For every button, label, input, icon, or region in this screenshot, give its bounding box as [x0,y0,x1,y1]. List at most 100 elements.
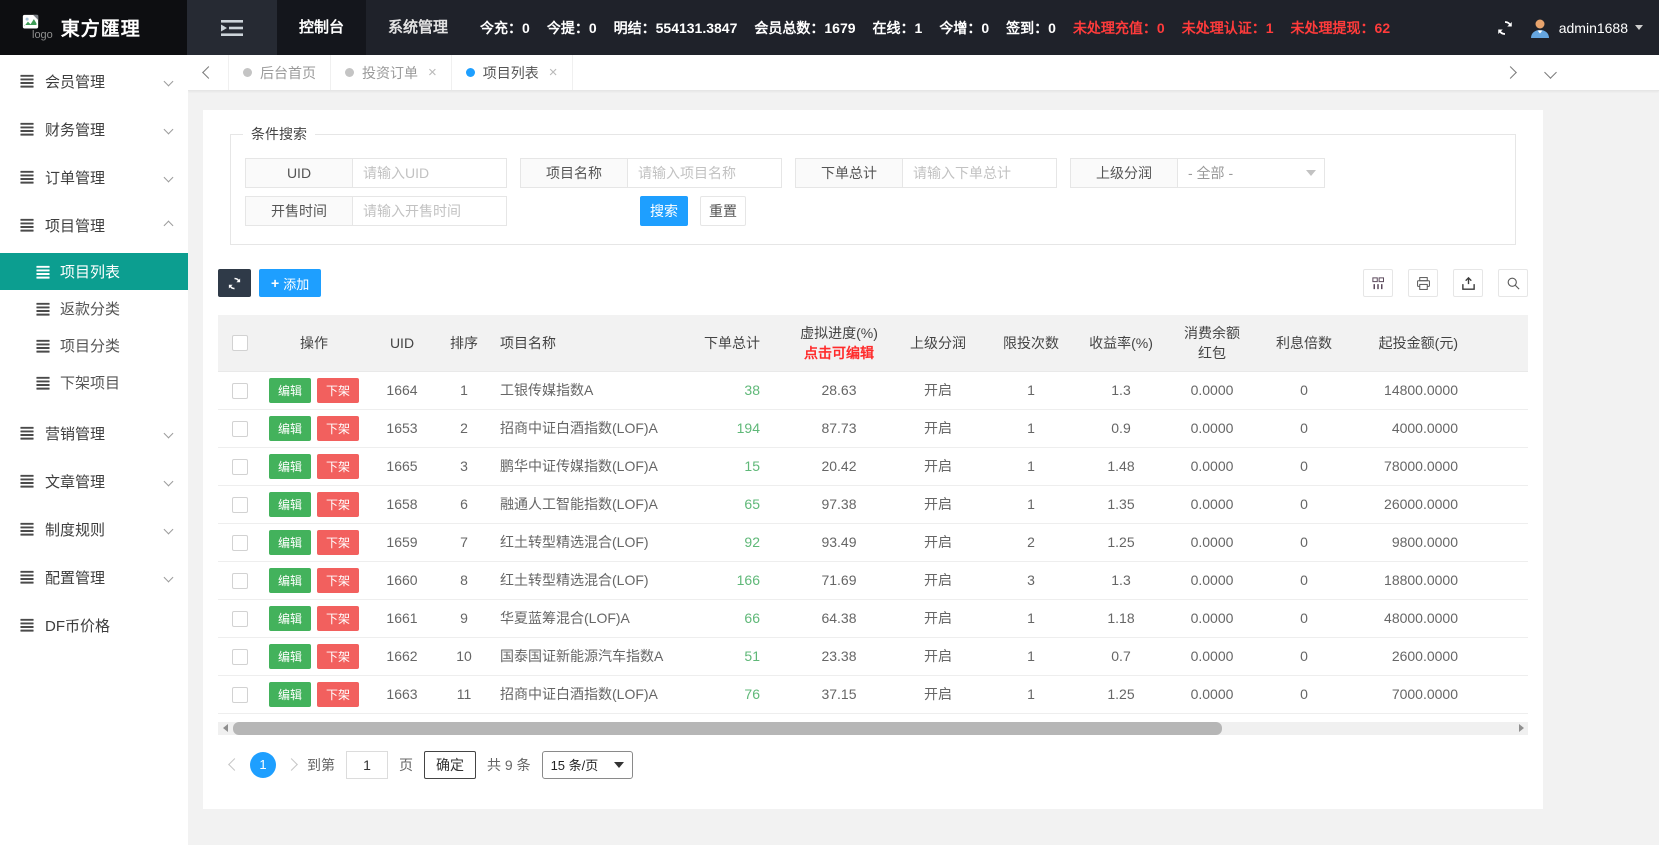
sidebar-subitem-refund-category[interactable]: 返款分类 [0,290,188,327]
offshelf-button[interactable]: 下架 [317,682,359,707]
cell-orders[interactable]: 65 [700,485,788,523]
export-button[interactable] [1453,269,1483,297]
tab-close-icon[interactable]: × [549,64,558,81]
cell-orders[interactable]: 51 [700,637,788,675]
sidebar-subitem-offshelf-projects[interactable]: 下架项目 [0,364,188,401]
scroll-left-button[interactable] [218,722,231,735]
offshelf-button[interactable]: 下架 [317,606,359,631]
row-checkbox[interactable] [232,611,248,627]
sidebar-item-project-management[interactable]: 项目管理 [0,201,188,249]
tab-close-icon[interactable]: × [428,64,437,81]
edit-button[interactable]: 编辑 [269,454,311,479]
row-checkbox[interactable] [232,649,248,665]
logo-area[interactable]: logo 東方匯理 [0,0,187,55]
select-all-checkbox[interactable] [232,335,248,351]
tabs-menu-button[interactable] [1530,55,1570,90]
sidebar-item-member-management[interactable]: 会员管理 [0,57,188,105]
row-checkbox[interactable] [232,497,248,513]
offshelf-button[interactable]: 下架 [317,568,359,593]
row-checkbox[interactable] [232,535,248,551]
scrollbar-track[interactable] [231,722,1515,735]
cell-limit: 1 [986,675,1076,713]
page-1-button[interactable]: 1 [250,752,276,778]
edit-button[interactable]: 编辑 [269,568,311,593]
next-page-button[interactable] [285,758,298,771]
confirm-button[interactable]: 确定 [424,751,476,779]
sidebar-subitem-project-category[interactable]: 项目分类 [0,327,188,364]
order-total-input[interactable] [902,158,1057,188]
search-button[interactable]: 搜索 [640,196,688,226]
edit-button[interactable]: 编辑 [269,644,311,669]
offshelf-button[interactable]: 下架 [317,530,359,555]
scroll-right-button[interactable] [1515,722,1528,735]
nav-item-system-management[interactable]: 系统管理 [366,0,470,55]
edit-button[interactable]: 编辑 [269,682,311,707]
offshelf-button[interactable]: 下架 [317,416,359,441]
add-button[interactable]: +添加 [259,269,321,297]
tabs-scroll-right-button[interactable] [1490,55,1530,90]
cell-name: 招商中证白酒指数(LOF)A [490,675,700,713]
cell-orders[interactable]: 15 [700,447,788,485]
page-size-select[interactable]: 15 条/页 [542,751,634,779]
cell-orders[interactable]: 92 [700,523,788,561]
edit-button[interactable]: 编辑 [269,416,311,441]
offshelf-button[interactable]: 下架 [317,492,359,517]
row-checkbox[interactable] [232,687,248,703]
cell-orders[interactable]: 194 [700,409,788,447]
cell-sort: 2 [438,409,490,447]
offshelf-button[interactable]: 下架 [317,454,359,479]
parent-share-select[interactable]: - 全部 - [1177,158,1325,188]
search-toggle-button[interactable] [1498,269,1528,297]
sidebar-item-article-management[interactable]: 文章管理 [0,457,188,505]
edit-button[interactable]: 编辑 [269,530,311,555]
list-icon [20,74,34,88]
cell-redpacket: 0.0000 [1166,523,1258,561]
prev-page-button[interactable] [228,758,241,771]
header-alert[interactable]: 未处理提现：62 [1291,18,1391,38]
row-checkbox[interactable] [232,573,248,589]
reset-button[interactable]: 重置 [700,196,746,226]
tab-invest-orders[interactable]: 投资订单× [331,55,452,90]
sidebar-item-marketing-management[interactable]: 营销管理 [0,409,188,457]
cell-name: 红土转型精选混合(LOF) [490,561,700,599]
scrollbar-thumb[interactable] [233,722,1222,735]
sidebar-item-config-management[interactable]: 配置管理 [0,553,188,601]
chevron-down-icon [164,572,174,582]
offshelf-button[interactable]: 下架 [317,644,359,669]
header-alert[interactable]: 未处理认证：1 [1182,18,1274,38]
collapse-sidebar-button[interactable] [187,0,277,55]
cell-orders[interactable]: 76 [700,675,788,713]
sale-time-input[interactable] [352,196,507,226]
sidebar-subitem-project-list[interactable]: 项目列表 [0,253,188,290]
cell-orders[interactable]: 166 [700,561,788,599]
cell-interest: 0 [1258,599,1350,637]
tab-home[interactable]: 后台首页 [228,55,331,90]
cell-op: 编辑下架 [262,523,366,561]
user-menu[interactable]: admin1688 [1528,16,1659,40]
sidebar-item-df-coin-price[interactable]: DF币价格 [0,601,188,649]
sidebar-item-order-management[interactable]: 订单管理 [0,153,188,201]
nav-item-console[interactable]: 控制台 [277,0,366,55]
goto-page-input[interactable] [346,751,388,779]
cell-orders[interactable]: 38 [700,371,788,409]
sidebar-item-rules[interactable]: 制度规则 [0,505,188,553]
row-checkbox[interactable] [232,459,248,475]
row-checkbox[interactable] [232,383,248,399]
print-button[interactable] [1408,269,1438,297]
sidebar-item-finance-management[interactable]: 财务管理 [0,105,188,153]
project-name-input[interactable] [627,158,782,188]
offshelf-button[interactable]: 下架 [317,378,359,403]
header-refresh-button[interactable] [1496,19,1514,37]
tabs-scroll-left-button[interactable] [188,55,228,90]
header-alert[interactable]: 未处理充值：0 [1073,18,1165,38]
columns-toggle-button[interactable] [1363,269,1393,297]
refresh-button[interactable] [218,269,251,297]
edit-button[interactable]: 编辑 [269,492,311,517]
edit-button[interactable]: 编辑 [269,606,311,631]
row-checkbox[interactable] [232,421,248,437]
sidebar-subitem-label: 返款分类 [60,298,120,319]
uid-input[interactable] [352,158,507,188]
cell-orders[interactable]: 66 [700,599,788,637]
edit-button[interactable]: 编辑 [269,378,311,403]
tab-project-list[interactable]: 项目列表× [452,55,573,90]
